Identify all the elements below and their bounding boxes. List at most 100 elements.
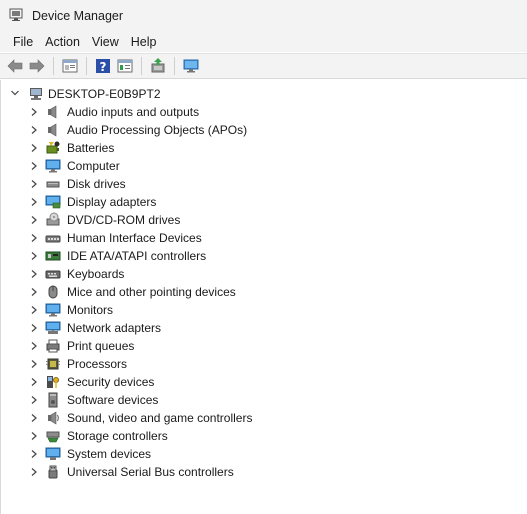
tree-item-audio-inputs-and-outputs[interactable]: Audio inputs and outputs bbox=[1, 103, 527, 121]
chevron-right-icon[interactable] bbox=[30, 125, 38, 135]
chevron-right-icon[interactable] bbox=[30, 341, 38, 351]
toolbar-separator bbox=[141, 57, 142, 75]
security-key-icon bbox=[47, 376, 59, 388]
tree-item-storage-controllers[interactable]: Storage controllers bbox=[1, 427, 527, 445]
toolbar-separator bbox=[174, 57, 175, 75]
tree-item-security-devices[interactable]: Security devices bbox=[1, 373, 527, 391]
menu-bar: File Action View Help bbox=[0, 32, 527, 52]
properties-icon bbox=[62, 59, 78, 73]
update-driver-icon bbox=[151, 58, 165, 73]
menu-action[interactable]: Action bbox=[39, 32, 86, 52]
tree-root[interactable]: DESKTOP-E0B9PT2 bbox=[1, 85, 527, 103]
chevron-right-icon[interactable] bbox=[30, 323, 38, 333]
sound-icon bbox=[48, 411, 59, 425]
computer-icon bbox=[30, 88, 42, 100]
chevron-right-icon[interactable] bbox=[30, 287, 38, 297]
speaker-icon bbox=[48, 105, 57, 119]
storage-controller-icon bbox=[46, 431, 60, 443]
tree-item-label: DVD/CD-ROM drives bbox=[67, 213, 181, 227]
tree-item-dvd-cd-rom-drives[interactable]: DVD/CD-ROM drives bbox=[1, 211, 527, 229]
chevron-right-icon[interactable] bbox=[30, 413, 38, 423]
update-driver-button[interactable] bbox=[147, 55, 169, 77]
properties-button[interactable] bbox=[59, 55, 81, 77]
tree-item-label: Human Interface Devices bbox=[67, 231, 202, 245]
usb-icon bbox=[48, 465, 58, 479]
chevron-right-icon[interactable] bbox=[30, 233, 38, 243]
tree-item-label: Sound, video and game controllers bbox=[67, 411, 253, 425]
toolbar: ? bbox=[0, 53, 527, 79]
software-device-icon bbox=[48, 392, 58, 408]
tree-item-computer[interactable]: Computer bbox=[1, 157, 527, 175]
tree-item-sound-video-and-game-controllers[interactable]: Sound, video and game controllers bbox=[1, 409, 527, 427]
chevron-right-icon[interactable] bbox=[30, 143, 38, 153]
chevron-right-icon[interactable] bbox=[30, 161, 38, 171]
chevron-right-icon[interactable] bbox=[30, 269, 38, 279]
tree-item-label: Computer bbox=[67, 159, 120, 173]
chevron-right-icon[interactable] bbox=[30, 251, 38, 261]
chevron-right-icon[interactable] bbox=[30, 377, 38, 387]
tree-item-print-queues[interactable]: Print queues bbox=[1, 337, 527, 355]
system-devices-icon bbox=[45, 447, 61, 460]
tree-item-system-devices[interactable]: System devices bbox=[1, 445, 527, 463]
tree-item-label: Print queues bbox=[67, 339, 135, 353]
tree-item-label: Audio inputs and outputs bbox=[67, 105, 200, 119]
tree-item-human-interface-devices[interactable]: Human Interface Devices bbox=[1, 229, 527, 247]
chevron-right-icon[interactable] bbox=[30, 467, 38, 477]
toolbar-separator bbox=[86, 57, 87, 75]
chevron-right-icon[interactable] bbox=[30, 305, 38, 315]
tree-item-network-adapters[interactable]: Network adapters bbox=[1, 319, 527, 337]
tree-item-disk-drives[interactable]: Disk drives bbox=[1, 175, 527, 193]
menu-help[interactable]: Help bbox=[125, 32, 163, 52]
title-bar: Device Manager bbox=[0, 0, 527, 32]
chevron-down-icon[interactable] bbox=[10, 88, 20, 98]
forward-button[interactable] bbox=[26, 55, 48, 77]
tree-item-mice-and-other-pointing-devices[interactable]: Mice and other pointing devices bbox=[1, 283, 527, 301]
chevron-right-icon[interactable] bbox=[30, 449, 38, 459]
tree-item-label: Audio Processing Objects (APOs) bbox=[67, 123, 248, 137]
tree-item-processors[interactable]: Processors bbox=[1, 355, 527, 373]
tree-item-monitors[interactable]: Monitors bbox=[1, 301, 527, 319]
tree-item-software-devices[interactable]: Software devices bbox=[1, 391, 527, 409]
scan-hardware-button[interactable] bbox=[180, 55, 202, 77]
tree-item-label: Storage controllers bbox=[67, 429, 168, 443]
device-tree[interactable]: DESKTOP-E0B9PT2 Audio inputs and outputs… bbox=[0, 80, 527, 514]
tree-item-ide-ata-atapi-controllers[interactable]: IDE ATA/ATAPI controllers bbox=[1, 247, 527, 265]
tree-item-label: Display adapters bbox=[67, 195, 157, 209]
help-button[interactable]: ? bbox=[92, 55, 114, 77]
chevron-right-icon[interactable] bbox=[30, 197, 38, 207]
help-icon: ? bbox=[96, 59, 110, 74]
menu-file[interactable]: File bbox=[7, 32, 39, 52]
back-button[interactable] bbox=[4, 55, 26, 77]
chevron-right-icon[interactable] bbox=[30, 215, 38, 225]
tree-item-keyboards[interactable]: Keyboards bbox=[1, 265, 527, 283]
tree-item-display-adapters[interactable]: Display adapters bbox=[1, 193, 527, 211]
tree-item-label: Network adapters bbox=[67, 321, 162, 335]
window-title: Device Manager bbox=[32, 9, 124, 23]
ide-controller-icon bbox=[45, 251, 61, 261]
tree-item-universal-serial-bus-controllers[interactable]: Universal Serial Bus controllers bbox=[1, 463, 527, 481]
tree-item-label: Universal Serial Bus controllers bbox=[67, 465, 234, 479]
tree-item-label: IDE ATA/ATAPI controllers bbox=[67, 249, 207, 263]
chevron-right-icon[interactable] bbox=[30, 359, 38, 369]
speaker-icon bbox=[48, 123, 57, 137]
menu-view[interactable]: View bbox=[86, 32, 125, 52]
printer-icon bbox=[46, 339, 60, 353]
device-manager-icon bbox=[9, 8, 23, 21]
svg-text:?: ? bbox=[100, 60, 107, 74]
computer-icon bbox=[45, 159, 61, 173]
chevron-right-icon[interactable] bbox=[30, 395, 38, 405]
chevron-right-icon[interactable] bbox=[30, 107, 38, 117]
chevron-right-icon[interactable] bbox=[30, 431, 38, 441]
tree-item-batteries[interactable]: Batteries bbox=[1, 139, 527, 157]
mouse-icon bbox=[48, 285, 58, 299]
show-hide-tree-button[interactable] bbox=[114, 55, 136, 77]
back-icon bbox=[7, 59, 23, 73]
display-adapter-icon bbox=[45, 195, 61, 209]
tree-item-label: Monitors bbox=[67, 303, 114, 317]
battery-icon bbox=[46, 141, 60, 154]
monitor-icon bbox=[45, 303, 61, 317]
chevron-right-icon[interactable] bbox=[30, 179, 38, 189]
tree-item-audio-processing-objects-apos[interactable]: Audio Processing Objects (APOs) bbox=[1, 121, 527, 139]
tree-root-label: DESKTOP-E0B9PT2 bbox=[48, 87, 161, 101]
tree-item-label: Software devices bbox=[67, 393, 159, 407]
